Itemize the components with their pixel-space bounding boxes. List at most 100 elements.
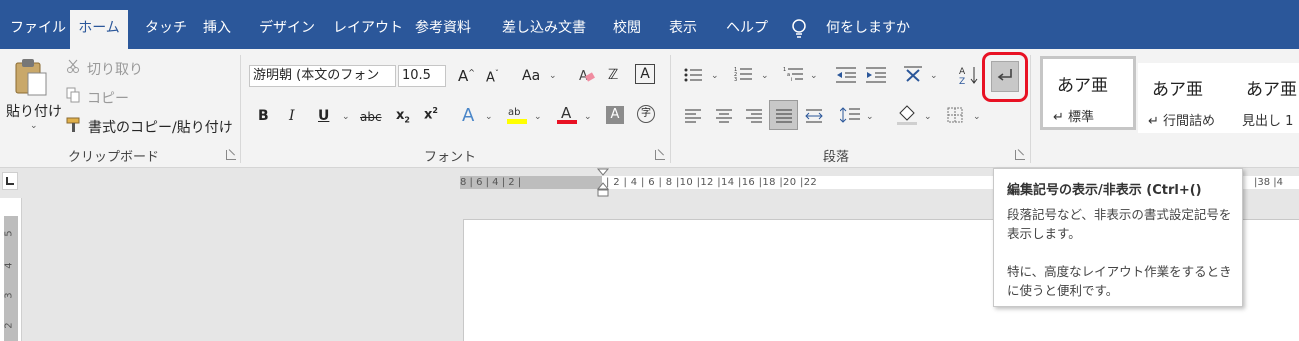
svg-text:a: a xyxy=(787,72,790,78)
font-color-icon[interactable]: A xyxy=(556,104,578,126)
paragraph-launcher-icon[interactable] xyxy=(1015,150,1025,160)
svg-text:A: A xyxy=(959,67,966,77)
enclose-characters-icon[interactable]: A xyxy=(635,64,655,84)
phonetic-guide-icon[interactable]: ℤ xyxy=(608,67,618,83)
indent-markers-icon[interactable] xyxy=(596,168,610,198)
style-sample: あア亜 xyxy=(1057,76,1108,96)
asian-layout-dropdown-icon[interactable]: ⌄ xyxy=(930,71,938,81)
cut-button[interactable]: 切り取り xyxy=(87,59,143,79)
multilevel-list-dropdown-icon[interactable]: ⌄ xyxy=(810,71,818,81)
paste-button[interactable]: 貼り付け xyxy=(6,101,62,121)
tab-design[interactable]: デザイン xyxy=(251,10,323,47)
tooltip-description: 段落記号など、非表示の書式設定記号を表示します。 xyxy=(1007,207,1232,241)
vruler-label: 2 xyxy=(3,322,15,329)
tab-stop-left-icon xyxy=(6,177,14,185)
align-right-icon[interactable] xyxy=(746,109,762,123)
numbering-icon[interactable]: 123 xyxy=(734,66,752,82)
svg-text:i: i xyxy=(791,77,792,82)
shading-icon[interactable] xyxy=(896,104,918,126)
font-group-label: フォント xyxy=(424,150,477,165)
paste-dropdown-chevron-icon[interactable]: ⌄ xyxy=(30,121,38,131)
clear-formatting-icon[interactable]: A xyxy=(578,67,596,85)
bullets-dropdown-icon[interactable]: ⌄ xyxy=(711,71,719,81)
line-spacing-icon[interactable] xyxy=(840,106,860,124)
style-normal[interactable]: あア亜 ↵ 標準 xyxy=(1040,56,1136,130)
font-size-value: 10.5 xyxy=(402,68,431,83)
tab-file[interactable]: ファイル xyxy=(2,10,74,47)
sort-icon[interactable]: AZ xyxy=(958,65,980,85)
paragraph-group-label: 段落 xyxy=(823,150,850,165)
text-effects-icon[interactable]: A xyxy=(462,105,474,126)
tab-mailings[interactable]: 差し込み文書 xyxy=(494,10,594,47)
change-case-button[interactable]: Aa xyxy=(522,68,540,84)
vruler-label: 5 xyxy=(3,230,15,237)
style-name: ↵ 標準 xyxy=(1053,110,1095,125)
ruler-scale-tail: |38 |4 xyxy=(1254,177,1284,188)
change-case-dropdown-icon[interactable]: ⌄ xyxy=(549,71,557,81)
multilevel-list-icon[interactable]: 1ai xyxy=(783,66,803,82)
tab-view[interactable]: 表示 xyxy=(661,10,705,47)
format-painter-button[interactable]: 書式のコピー/貼り付け xyxy=(88,117,233,137)
ruler-left-scale: 8 | 6 | 4 | 2 | xyxy=(460,177,522,188)
word-window: ファイル ホーム タッチ 挿入 デザイン レイアウト 参考資料 差し込み文書 校… xyxy=(0,0,1299,341)
svg-text:3: 3 xyxy=(734,77,737,82)
font-name-combobox[interactable]: 游明朝 (本文のフォン xyxy=(249,65,396,87)
tab-layout[interactable]: レイアウト xyxy=(325,10,411,47)
bullets-icon[interactable] xyxy=(684,68,702,82)
tell-me-search[interactable]: 何をしますか xyxy=(818,10,918,47)
align-left-icon[interactable] xyxy=(685,109,701,123)
style-sample: あア亜 xyxy=(1152,80,1203,100)
subscript-icon[interactable]: x2 xyxy=(396,108,410,125)
italic-icon[interactable]: I xyxy=(289,108,295,124)
borders-dropdown-icon[interactable]: ⌄ xyxy=(973,112,981,122)
distributed-icon[interactable] xyxy=(804,107,824,125)
style-heading-1[interactable]: あア亜 見出し 1 xyxy=(1232,63,1299,133)
enclosed-character-icon[interactable]: 字 xyxy=(637,105,655,123)
tab-home[interactable]: ホーム xyxy=(70,10,128,49)
numbering-dropdown-icon[interactable]: ⌄ xyxy=(761,71,769,81)
group-separator xyxy=(240,55,241,163)
scissors-icon xyxy=(67,59,79,73)
decrease-indent-icon[interactable] xyxy=(836,67,856,83)
strikethrough-icon[interactable]: abc xyxy=(360,110,382,124)
tab-references[interactable]: 参考資料 xyxy=(407,10,479,47)
shrink-font-icon[interactable]: Aˇ xyxy=(486,69,499,85)
highlighter-dropdown-icon[interactable]: ⌄ xyxy=(534,112,542,122)
underline-icon[interactable]: U xyxy=(318,108,329,124)
borders-icon[interactable] xyxy=(947,107,963,123)
asian-layout-icon[interactable] xyxy=(902,65,924,83)
text-effects-dropdown-icon[interactable]: ⌄ xyxy=(485,112,493,122)
ribbon-home: 貼り付け ⌄ 切り取り コピー 書式のコピー/貼り付け クリップボード 游明朝 … xyxy=(0,49,1299,168)
justify-icon xyxy=(776,109,792,123)
tab-insert[interactable]: 挿入 xyxy=(195,10,239,47)
font-size-combobox[interactable]: 10.5 xyxy=(398,65,446,87)
vertical-ruler: 5 4 3 2 xyxy=(0,198,22,341)
font-launcher-icon[interactable] xyxy=(655,150,665,160)
align-center-icon[interactable] xyxy=(716,109,732,123)
tab-help[interactable]: ヘルプ xyxy=(718,10,776,47)
shading-dropdown-icon[interactable]: ⌄ xyxy=(924,112,932,122)
bold-icon[interactable]: B xyxy=(258,108,269,124)
underline-dropdown-icon[interactable]: ⌄ xyxy=(342,112,350,122)
tab-touch[interactable]: タッチ xyxy=(137,10,195,47)
grow-font-icon[interactable]: A^ xyxy=(458,67,475,85)
style-no-spacing[interactable]: あア亜 ↵ 行間詰め xyxy=(1138,63,1232,133)
font-color-dropdown-icon[interactable]: ⌄ xyxy=(584,112,592,122)
character-shading-icon[interactable]: A xyxy=(606,106,624,124)
highlighter-icon[interactable]: ab xyxy=(506,104,528,126)
paragraph-mark-icon xyxy=(997,69,1012,81)
paste-icon xyxy=(15,59,47,96)
style-sample: あア亜 xyxy=(1246,80,1297,100)
tooltip: 編集記号の表示/非表示 (Ctrl+() 段落記号など、非表示の書式設定記号を表… xyxy=(993,168,1243,307)
clipboard-group-label: クリップボード xyxy=(68,150,160,165)
tab-review[interactable]: 校閲 xyxy=(605,10,649,47)
vruler-label: 4 xyxy=(3,262,15,269)
vruler-label: 3 xyxy=(3,292,15,299)
copy-button[interactable]: コピー xyxy=(87,88,129,108)
superscript-icon[interactable]: x2 xyxy=(424,106,438,122)
clipboard-launcher-icon[interactable] xyxy=(226,150,236,160)
increase-indent-icon[interactable] xyxy=(866,67,886,83)
line-spacing-dropdown-icon[interactable]: ⌄ xyxy=(866,112,874,122)
group-separator xyxy=(670,55,671,163)
svg-text:1: 1 xyxy=(783,67,786,73)
